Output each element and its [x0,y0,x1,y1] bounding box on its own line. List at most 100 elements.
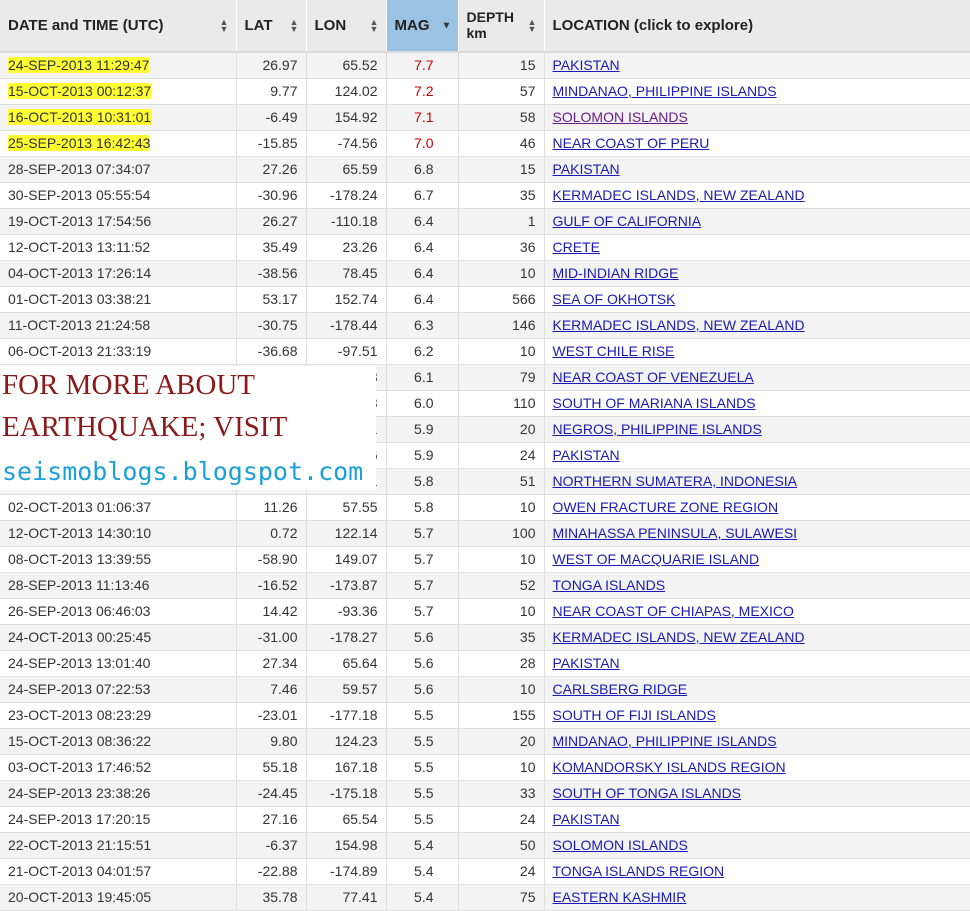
location-link[interactable]: SOUTH OF FIJI ISLANDS [553,707,716,723]
location-cell[interactable]: MINDANAO, PHILIPPINE ISLANDS [544,78,970,105]
lat-cell: -23.01 [236,702,307,729]
depth-cell: 100 [458,520,545,547]
location-link[interactable]: SEA OF OKHOTSK [553,291,676,307]
location-link[interactable]: SOUTH OF TONGA ISLANDS [553,785,742,801]
table-row: 16-OCT-2013 10:31:01 -6.49 154.92 7.1 58 SOLO… [0,104,970,131]
location-link[interactable]: NEGROS, PHILIPPINE ISLANDS [553,421,762,437]
location-link[interactable]: SOLOMON ISLANDS [553,837,688,853]
location-link[interactable]: NEAR COAST OF VENEZUELA [553,369,754,385]
date-time-cell: 23-OCT-2013 08:23:29 [0,702,237,729]
location-cell[interactable]: OWEN FRACTURE ZONE REGION [544,494,970,521]
location-cell[interactable]: SOLOMON ISLANDS [544,832,970,859]
location-link[interactable]: PAKISTAN [553,57,620,73]
location-cell[interactable]: SOLOMON ISLANDS [544,104,970,131]
sort-both-icon[interactable]: ▲ ▼ [290,17,299,33]
table-row: 24-SEP-2013 07:22:53 7.46 59.57 5.6 10 CARLSB… [0,676,970,703]
location-link[interactable]: PAKISTAN [553,447,620,463]
mag-cell: 6.2 [386,338,459,365]
depth-cell: 566 [458,286,545,313]
date-time-cell: 12-OCT-2013 14:30:10 [0,520,237,547]
location-cell[interactable]: MID-INDIAN RIDGE [544,260,970,287]
sort-both-icon[interactable]: ▲ ▼ [220,17,229,33]
location-cell[interactable]: WEST CHILE RISE [544,338,970,365]
sort-descending-icon[interactable]: ▼ [442,21,452,31]
location-cell[interactable]: MINDANAO, PHILIPPINE ISLANDS [544,728,970,755]
column-header-depth[interactable]: DEPTH km ▲ ▼ [458,0,545,53]
lon-cell: -178.27 [306,624,387,651]
location-cell[interactable]: PAKISTAN [544,806,970,833]
location-link[interactable]: WEST OF MACQUARIE ISLAND [553,551,760,567]
column-header-date[interactable]: DATE and TIME (UTC) ▲ ▼ [0,0,237,53]
location-cell[interactable]: KERMADEC ISLANDS, NEW ZEALAND [544,312,970,339]
lon-cell: 154.98 [306,832,387,859]
lon-cell: 65.54 [306,806,387,833]
location-link[interactable]: WEST CHILE RISE [553,343,675,359]
location-cell[interactable]: TONGA ISLANDS [544,572,970,599]
location-cell[interactable]: PAKISTAN [544,650,970,677]
location-cell[interactable]: SOUTH OF TONGA ISLANDS [544,780,970,807]
location-link[interactable]: CRETE [553,239,600,255]
location-cell[interactable]: KERMADEC ISLANDS, NEW ZEALAND [544,182,970,209]
location-cell[interactable]: KOMANDORSKY ISLANDS REGION [544,754,970,781]
location-link[interactable]: MINDANAO, PHILIPPINE ISLANDS [553,733,777,749]
lon-cell: -173.87 [306,572,387,599]
location-cell[interactable]: WEST OF MACQUARIE ISLAND [544,546,970,573]
sort-both-icon[interactable]: ▲ ▼ [370,17,379,33]
column-header-lat[interactable]: LAT ▲ ▼ [236,0,307,53]
location-link[interactable]: GULF OF CALIFORNIA [553,213,702,229]
location-cell[interactable]: PAKISTAN [544,52,970,79]
location-cell[interactable]: NEAR COAST OF CHIAPAS, MEXICO [544,598,970,625]
location-link[interactable]: KOMANDORSKY ISLANDS REGION [553,759,786,775]
location-link[interactable]: PAKISTAN [553,655,620,671]
table-row: 15-OCT-2013 00:12:37 9.77 124.02 7.2 57 MINDA… [0,78,970,105]
location-cell[interactable]: SEA OF OKHOTSK [544,286,970,313]
location-link[interactable]: KERMADEC ISLANDS, NEW ZEALAND [553,317,805,333]
location-link[interactable]: NEAR COAST OF CHIAPAS, MEXICO [553,603,794,619]
location-link[interactable]: EASTERN KASHMIR [553,889,687,905]
location-cell[interactable]: NEGROS, PHILIPPINE ISLANDS [544,416,970,443]
location-cell[interactable]: MINAHASSA PENINSULA, SULAWESI [544,520,970,547]
location-link[interactable]: NEAR COAST OF PERU [553,135,710,151]
location-cell[interactable]: KERMADEC ISLANDS, NEW ZEALAND [544,624,970,651]
location-link[interactable]: TONGA ISLANDS [553,577,666,593]
location-cell[interactable]: NEAR COAST OF PERU [544,130,970,157]
table-row: 30-SEP-2013 05:55:54 -30.96 -178.24 6.7 35 KE… [0,182,970,209]
location-link[interactable]: MINAHASSA PENINSULA, SULAWESI [553,525,798,541]
highlighted-date: 24-SEP-2013 11:29:47 [8,57,150,74]
date-time-cell: 12-OCT-2013 13:11:52 [0,234,237,261]
location-link[interactable]: MID-INDIAN RIDGE [553,265,679,281]
lat-cell: -22.88 [236,858,307,885]
location-cell[interactable]: GULF OF CALIFORNIA [544,208,970,235]
location-cell[interactable]: NORTHERN SUMATERA, INDONESIA [544,468,970,495]
location-cell[interactable]: TONGA ISLANDS REGION [544,858,970,885]
location-link[interactable]: SOUTH OF MARIANA ISLANDS [553,395,756,411]
location-cell[interactable]: NEAR COAST OF VENEZUELA [544,364,970,391]
column-header-lon[interactable]: LON ▲ ▼ [306,0,387,53]
location-link[interactable]: MINDANAO, PHILIPPINE ISLANDS [553,83,777,99]
lon-cell: -110.18 [306,208,387,235]
location-link[interactable]: SOLOMON ISLANDS [553,109,688,125]
location-cell[interactable]: EASTERN KASHMIR [544,884,970,911]
location-cell[interactable]: PAKISTAN [544,442,970,469]
date-time-cell: 04-OCT-2013 17:26:14 [0,260,237,287]
location-link[interactable]: NORTHERN SUMATERA, INDONESIA [553,473,798,489]
location-cell[interactable]: SOUTH OF FIJI ISLANDS [544,702,970,729]
location-cell[interactable]: SOUTH OF MARIANA ISLANDS [544,390,970,417]
location-link[interactable]: CARLSBERG RIDGE [553,681,688,697]
lon-cell: 65.64 [306,650,387,677]
lat-cell: 26.97 [236,52,307,79]
location-link[interactable]: TONGA ISLANDS REGION [553,863,725,879]
location-cell[interactable]: CARLSBERG RIDGE [544,676,970,703]
lat-cell: 26.27 [236,208,307,235]
location-link[interactable]: KERMADEC ISLANDS, NEW ZEALAND [553,629,805,645]
location-link[interactable]: OWEN FRACTURE ZONE REGION [553,499,779,515]
location-link[interactable]: KERMADEC ISLANDS, NEW ZEALAND [553,187,805,203]
location-link[interactable]: PAKISTAN [553,811,620,827]
location-cell[interactable]: CRETE [544,234,970,261]
location-link[interactable]: PAKISTAN [553,161,620,177]
sort-both-icon[interactable]: ▲ ▼ [528,17,537,33]
depth-cell: 10 [458,260,545,287]
depth-cell: 10 [458,546,545,573]
column-header-mag[interactable]: MAG ▼ [386,0,459,53]
location-cell[interactable]: PAKISTAN [544,156,970,183]
